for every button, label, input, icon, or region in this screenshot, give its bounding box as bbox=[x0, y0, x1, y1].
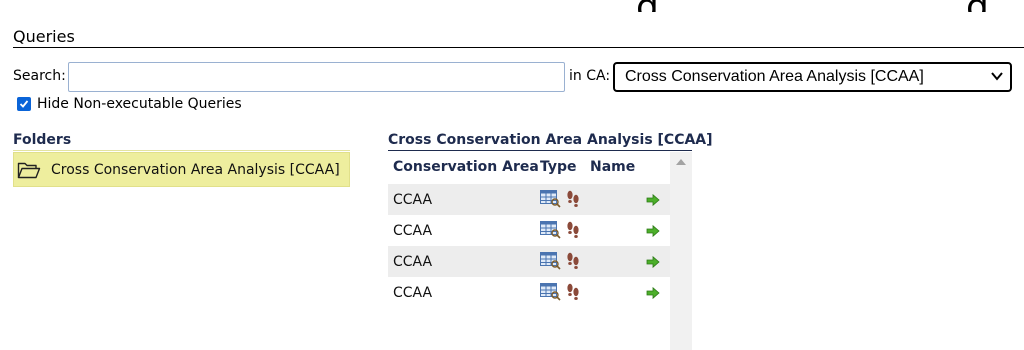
run-arrow-icon[interactable] bbox=[646, 256, 660, 268]
folders-title: Folders bbox=[13, 132, 72, 148]
table-query-icon bbox=[540, 221, 561, 239]
table-query-icon bbox=[540, 190, 561, 208]
run-arrow-icon[interactable] bbox=[646, 194, 660, 206]
hide-nonexecutable-toggle[interactable]: Hide Non-executable Queries bbox=[17, 96, 242, 112]
checkmark-icon bbox=[19, 100, 29, 108]
table-query-icon bbox=[540, 252, 561, 270]
page-heading-cropped: g g bbox=[0, 0, 1024, 12]
conservation-area-select[interactable]: Cross Conservation Area Analysis [CCAA] bbox=[613, 62, 1012, 92]
table-row[interactable]: CCAA bbox=[388, 246, 670, 277]
column-header-conservation-area[interactable]: Conservation Area bbox=[393, 159, 539, 175]
results-title: Cross Conservation Area Analysis [CCAA] bbox=[388, 132, 713, 148]
footprints-icon bbox=[567, 221, 579, 238]
table-row[interactable]: CCAA bbox=[388, 215, 670, 246]
table-query-icon bbox=[540, 283, 561, 301]
search-input[interactable] bbox=[68, 62, 565, 92]
hide-nonexecutable-label: Hide Non-executable Queries bbox=[37, 96, 242, 112]
search-label: Search: bbox=[13, 68, 66, 84]
table-row[interactable]: CCAA bbox=[388, 277, 670, 308]
section-divider bbox=[13, 47, 1024, 48]
row-conservation-area: CCAA bbox=[393, 223, 433, 239]
folder-open-icon bbox=[17, 162, 41, 178]
hide-nonexecutable-checkbox[interactable] bbox=[17, 97, 31, 111]
folders-divider bbox=[13, 150, 350, 151]
queries-section-title: Queries bbox=[13, 27, 75, 46]
row-conservation-area: CCAA bbox=[393, 192, 433, 208]
scroll-up-arrow-icon[interactable] bbox=[676, 159, 686, 165]
ca-label: in CA: bbox=[569, 68, 611, 84]
column-header-type[interactable]: Type bbox=[540, 159, 577, 175]
run-arrow-icon[interactable] bbox=[646, 225, 660, 237]
folder-item-ccaa[interactable]: Cross Conservation Area Analysis [CCAA] bbox=[13, 152, 350, 187]
run-arrow-icon[interactable] bbox=[646, 287, 660, 299]
footprints-icon bbox=[567, 252, 579, 269]
row-conservation-area: CCAA bbox=[393, 254, 433, 270]
table-header: Conservation Area Type Name bbox=[388, 152, 670, 182]
cropped-glyph: g bbox=[966, 0, 989, 12]
table-scrollbar[interactable] bbox=[670, 152, 692, 350]
cropped-glyph: g bbox=[636, 0, 659, 12]
row-conservation-area: CCAA bbox=[393, 285, 433, 301]
chevron-down-icon bbox=[991, 72, 1003, 81]
footprints-icon bbox=[567, 190, 579, 207]
results-divider bbox=[388, 150, 692, 151]
ca-select-value: Cross Conservation Area Analysis [CCAA] bbox=[625, 68, 924, 85]
folder-item-label: Cross Conservation Area Analysis [CCAA] bbox=[51, 161, 340, 178]
table-row[interactable]: CCAA bbox=[388, 184, 670, 215]
queries-table: Conservation Area Type Name CCAA CCAA CC… bbox=[388, 152, 692, 350]
column-header-name[interactable]: Name bbox=[590, 159, 635, 175]
footprints-icon bbox=[567, 283, 579, 300]
